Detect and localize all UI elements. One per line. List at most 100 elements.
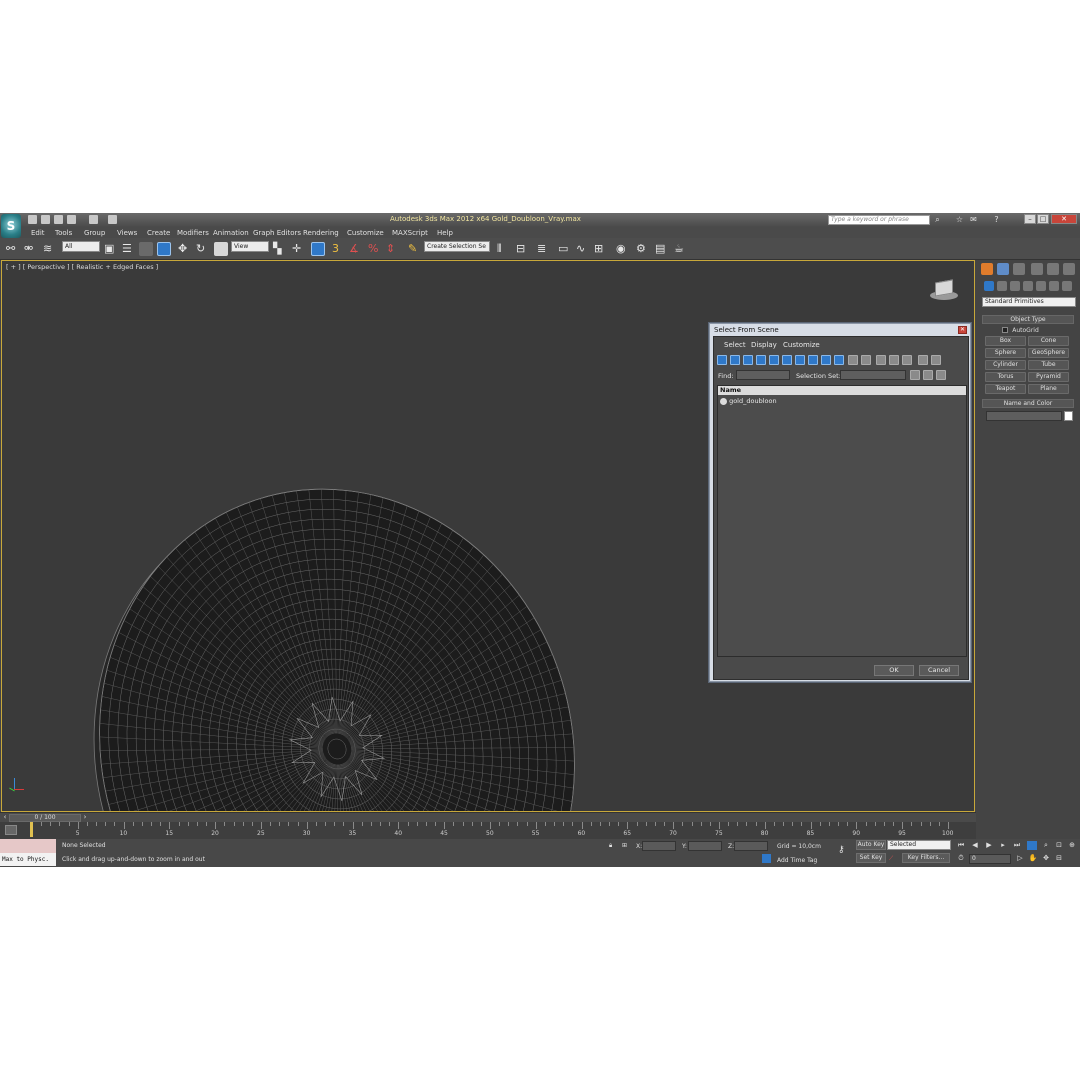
field-of-view-icon[interactable]: ▷ [1015,854,1025,863]
selection-filter-dropdown[interactable]: All [62,241,100,252]
unlink-icon[interactable]: ⚮ [24,242,33,256]
zoom-all-icon[interactable]: ⊕ [1067,841,1077,850]
reference-coordinate-dropdown[interactable]: View [231,241,269,252]
cancel-button[interactable]: Cancel [919,665,959,676]
object-color-swatch[interactable] [1064,411,1073,421]
menu-create[interactable]: Create [147,229,170,237]
current-frame-field[interactable]: 0 [969,854,1011,864]
pan-view-icon[interactable]: ✋ [1028,854,1038,863]
project-folder-icon[interactable] [108,215,117,224]
minimize-button[interactable]: – [1024,214,1036,224]
bind-space-warp-icon[interactable]: ≋ [43,242,52,256]
material-editor-icon[interactable]: ◉ [616,242,626,256]
display-lights-icon[interactable] [743,355,753,365]
display-containers-icon[interactable] [834,355,844,365]
percent-snap-icon[interactable]: % [368,242,378,256]
display-helpers-icon[interactable] [769,355,779,365]
rendered-frame-window-icon[interactable]: ▤ [655,242,665,256]
name-column-header[interactable]: Name [718,386,966,395]
key-mode-dropdown[interactable]: Selected [887,840,951,850]
edit-named-selection-icon[interactable]: ✎ [408,242,417,256]
cone-button[interactable]: Cone [1028,336,1069,346]
find-input[interactable] [736,370,790,380]
create-tab-icon[interactable] [981,263,993,275]
rotate-icon[interactable]: ↻ [196,242,205,256]
display-cameras-icon[interactable] [756,355,766,365]
menu-rendering[interactable]: Rendering [303,229,339,237]
undo-icon[interactable] [67,215,76,224]
cameras-icon[interactable] [1023,281,1033,291]
auto-key-button[interactable]: Auto Key [856,840,886,850]
time-slider[interactable]: ‹ 0 / 100 › [0,812,976,822]
geosphere-button[interactable]: GeoSphere [1028,348,1069,358]
hierarchy-tab-icon[interactable] [1013,263,1025,275]
primitive-category-dropdown[interactable]: Standard Primitives [982,297,1076,307]
absolute-mode-icon[interactable]: ⊞ [622,842,627,849]
scene-object-list[interactable]: Name gold_doubloon [717,385,967,657]
menu-maxscript[interactable]: MAXScript [392,229,428,237]
dialog-close-button[interactable]: ✕ [958,326,967,334]
add-time-tag-label[interactable]: Add Time Tag [777,857,817,864]
dialog-menu-customize[interactable]: Customize [783,341,820,349]
trackbar[interactable]: 5 10 15 20 25 30 35 40 45 50 55 60 65 70 75 80 85 90 95 100 [0,822,976,839]
go-to-start-icon[interactable]: ⏮ [956,841,966,850]
display-geometry-icon[interactable] [717,355,727,365]
x-coordinate-field[interactable] [642,841,676,851]
select-object-icon[interactable]: ▣ [104,242,114,256]
close-button[interactable]: ✕ [1051,214,1077,224]
display-xrefs-icon[interactable] [808,355,818,365]
add-time-tag-icon[interactable] [762,854,771,863]
plane-button[interactable]: Plane [1028,384,1069,394]
display-tab-icon[interactable] [1047,263,1059,275]
select-and-link-icon[interactable]: ⚯ [6,242,15,256]
render-production-icon[interactable]: ☕ [674,242,684,256]
sync-selection-icon[interactable] [918,355,928,365]
pivot-center-icon[interactable]: ▚ [273,242,281,256]
redo-icon[interactable] [89,215,98,224]
name-and-color-rollout[interactable]: Name and Color [982,399,1074,408]
default-in-out-tangent-icon[interactable]: ⟋ [889,855,893,863]
object-name-field[interactable] [986,411,1062,421]
pyramid-button[interactable]: Pyramid [1028,372,1069,382]
selection-set-dropdown[interactable] [840,370,906,380]
go-to-end-icon[interactable]: ⏭ [1012,841,1022,850]
angle-snap-icon[interactable]: ∡ [349,242,359,256]
dialog-menu-display[interactable]: Display [751,341,777,349]
lights-icon[interactable] [1010,281,1020,291]
zoom-icon[interactable]: ⌕ [1041,841,1051,850]
utilities-tab-icon[interactable] [1063,263,1075,275]
application-button[interactable]: S [1,214,21,238]
display-none-icon[interactable] [861,355,871,365]
time-slider-thumb[interactable]: 0 / 100 [9,814,81,822]
display-shapes-icon[interactable] [730,355,740,365]
helpers-icon[interactable] [1036,281,1046,291]
scale-icon[interactable] [214,242,228,256]
menu-group[interactable]: Group [84,229,105,237]
time-slider-next-icon[interactable]: › [80,813,90,822]
add-to-selection-set-icon[interactable] [923,370,933,380]
layer-manager-icon[interactable]: ≣ [537,242,546,256]
curve-editor-icon[interactable]: ∿ [576,242,585,256]
search-input[interactable]: Type a keyword or phrase [828,215,930,225]
systems-icon[interactable] [1062,281,1072,291]
remove-from-selection-set-icon[interactable] [936,370,946,380]
menu-animation[interactable]: Animation [213,229,249,237]
trackbar-filter-icon[interactable] [5,825,17,835]
menu-customize[interactable]: Customize [347,229,384,237]
autogrid-checkbox[interactable]: AutoGrid [1002,326,1062,334]
maxscript-listener-output[interactable] [0,839,56,853]
display-space-warps-icon[interactable] [782,355,792,365]
maxscript-listener-input[interactable]: Max to Physc. [0,853,56,866]
set-key-mode-icon[interactable]: ⚷ [838,845,845,855]
time-configuration-icon[interactable]: ⏱ [956,854,966,863]
modify-tab-icon[interactable] [997,263,1009,275]
menu-help[interactable]: Help [437,229,453,237]
select-invert-icon[interactable] [902,355,912,365]
current-time-marker[interactable] [30,822,33,837]
select-none-icon[interactable] [889,355,899,365]
communication-icon[interactable]: ✉ [969,215,978,224]
save-file-icon[interactable] [54,215,63,224]
list-item[interactable]: gold_doubloon [720,397,870,406]
previous-frame-icon[interactable]: ◀ [970,841,980,850]
play-icon[interactable]: ▶ [984,841,994,850]
